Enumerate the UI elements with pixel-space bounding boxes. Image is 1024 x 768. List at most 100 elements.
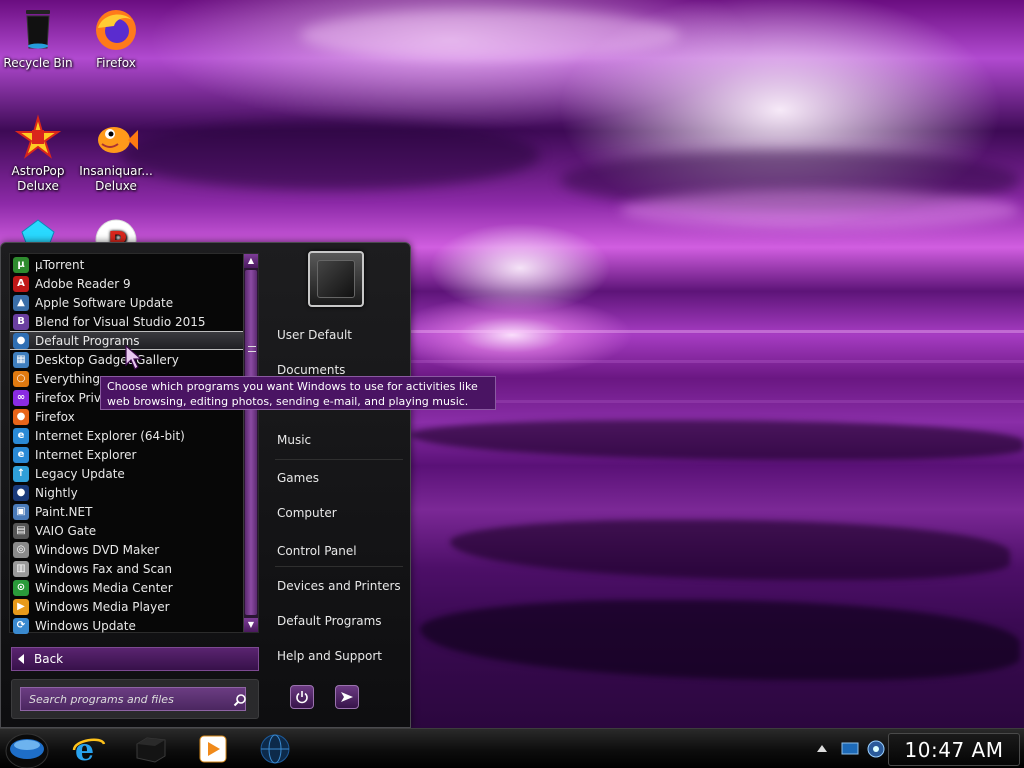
program-item-label: Desktop Gadget Gallery [35, 352, 179, 367]
menu-separator [275, 459, 403, 460]
search-placeholder: Search programs and files [29, 692, 174, 706]
ie-icon: e [13, 427, 29, 444]
desktop-icon-label: Recycle Bin [3, 56, 73, 70]
astropop-icon [14, 114, 62, 159]
start-menu: µ µTorrent A Adobe Reader 9 ▲ Apple Software … [0, 242, 411, 728]
shutdown-options-button[interactable] [335, 685, 359, 709]
program-item[interactable]: ◎ Windows DVD Maker [10, 540, 244, 559]
desktop-icon-firefox[interactable]: Firefox [78, 6, 154, 71]
program-item[interactable]: e Internet Explorer (64-bit) [10, 426, 244, 445]
program-item-label: Nightly [35, 485, 78, 500]
scroll-down-arrow-icon[interactable]: ▼ [244, 618, 258, 632]
user-avatar [317, 260, 355, 298]
desktop-icon-label-line2: Deluxe [95, 179, 137, 193]
notification-area [812, 731, 888, 767]
desktop-icon-label-line2: Deluxe [17, 179, 59, 193]
default-programs-tooltip: Choose which programs you want Windows t… [100, 376, 496, 410]
back-button-label: Back [34, 652, 64, 666]
media-center-icon: ⊙ [13, 579, 29, 596]
blend-icon: B [13, 313, 29, 330]
program-item[interactable]: A Adobe Reader 9 [10, 274, 244, 293]
network-globe-icon[interactable] [258, 732, 292, 766]
taskbar: e 10:47 AM [0, 728, 1024, 768]
scroll-up-arrow-icon[interactable]: ▲ [244, 254, 258, 268]
program-item-label: Windows Fax and Scan [35, 561, 173, 576]
nightly-icon: ● [13, 484, 29, 501]
media-device-icon[interactable] [134, 732, 168, 766]
programs-scrollbar[interactable]: ▲ ▼ [243, 254, 258, 632]
dvd-maker-icon: ◎ [13, 541, 29, 558]
desktop-icon-label-line1: AstroPop [11, 164, 65, 178]
program-item[interactable]: e Internet Explorer [10, 445, 244, 464]
vaio-gate-icon: ▤ [13, 522, 29, 539]
program-item-label: Default Programs [35, 333, 140, 348]
shutdown-button[interactable] [290, 685, 314, 709]
user-picture[interactable] [308, 251, 364, 307]
start-right-item[interactable]: Music [277, 433, 311, 447]
program-item-label: Blend for Visual Studio 2015 [35, 314, 206, 329]
program-item[interactable]: B Blend for Visual Studio 2015 [10, 312, 244, 331]
media-player-icon[interactable] [196, 732, 230, 766]
menu-separator [275, 566, 403, 567]
program-item[interactable]: ▶ Windows Media Player [10, 597, 244, 616]
firefox-icon [96, 10, 136, 50]
firefox-private-icon: ∞ [13, 389, 29, 406]
insaniquarium-fish-icon [98, 127, 138, 153]
start-right-item[interactable]: Documents [277, 363, 345, 377]
program-item-label: Windows Media Player [35, 599, 170, 614]
start-right-item[interactable]: Games [277, 471, 319, 485]
firefox-icon: ● [13, 408, 29, 425]
start-right-item[interactable]: Help and Support [277, 649, 382, 663]
adobe-reader-icon: A [13, 275, 29, 292]
taskbar-clock[interactable]: 10:47 AM [888, 733, 1020, 766]
program-item[interactable]: ▲ Apple Software Update [10, 293, 244, 312]
recycle-bin-icon [26, 10, 50, 49]
show-hidden-icons-icon[interactable] [816, 743, 828, 755]
desktop-icon-label-line1: Insaniquar... [79, 164, 153, 178]
start-orb-button[interactable] [4, 729, 50, 768]
ie-icon[interactable]: e [72, 732, 106, 766]
windows-update-icon: ⟳ [13, 617, 29, 634]
everything-search-icon: ○ [13, 370, 29, 387]
program-item[interactable]: µ µTorrent [10, 255, 244, 274]
program-item-label: Firefox [35, 409, 75, 424]
scrollbar-thumb[interactable] [245, 270, 257, 615]
action-center-icon[interactable] [840, 740, 860, 758]
start-right-item[interactable]: Control Panel [277, 544, 357, 558]
program-item-label: Windows Update [35, 618, 136, 633]
program-item[interactable]: ⊙ Windows Media Center [10, 578, 244, 597]
network-tray-icon[interactable] [866, 739, 886, 759]
svg-text:e: e [75, 733, 94, 766]
gadget-gallery-icon: ▦ [13, 351, 29, 368]
program-item-label: Adobe Reader 9 [35, 276, 131, 291]
legacy-update-icon: ↑ [13, 465, 29, 482]
program-item-label: Windows Media Center [35, 580, 173, 595]
program-item[interactable]: ⟳ Windows Update [10, 616, 244, 635]
search-icon[interactable] [233, 693, 247, 707]
back-button[interactable]: Back [11, 647, 259, 671]
program-item[interactable]: ↑ Legacy Update [10, 464, 244, 483]
program-item[interactable]: ▤ VAIO Gate [10, 521, 244, 540]
start-right-item[interactable]: Default Programs [277, 614, 382, 628]
program-item-label: Everything [35, 371, 100, 386]
program-item-label: µTorrent [35, 257, 85, 272]
program-item-label: Legacy Update [35, 466, 125, 481]
start-right-item[interactable]: Computer [277, 506, 337, 520]
program-item-label: Apple Software Update [35, 295, 174, 310]
start-right-item[interactable]: User Default [277, 328, 352, 342]
desktop-icon-recycle-bin[interactable]: Recycle Bin [0, 6, 76, 71]
ie-icon: e [13, 446, 29, 463]
program-item[interactable]: ▥ Windows Fax and Scan [10, 559, 244, 578]
program-item[interactable]: ▣ Paint.NET [10, 502, 244, 521]
arrow-right-icon [341, 692, 353, 702]
mouse-cursor-icon [125, 345, 143, 370]
utorrent-icon: µ [13, 256, 29, 273]
program-item-label: VAIO Gate [35, 523, 97, 538]
start-right-item[interactable]: Devices and Printers [277, 579, 401, 593]
fax-scan-icon: ▥ [13, 560, 29, 577]
desktop-icon-insaniquarium[interactable]: Insaniquar... Deluxe [78, 114, 154, 194]
search-input[interactable]: Search programs and files [20, 687, 246, 711]
desktop-icon-astropop[interactable]: AstroPop Deluxe [0, 114, 76, 194]
program-item[interactable]: ● Nightly [10, 483, 244, 502]
program-item-label: Windows DVD Maker [35, 542, 160, 557]
